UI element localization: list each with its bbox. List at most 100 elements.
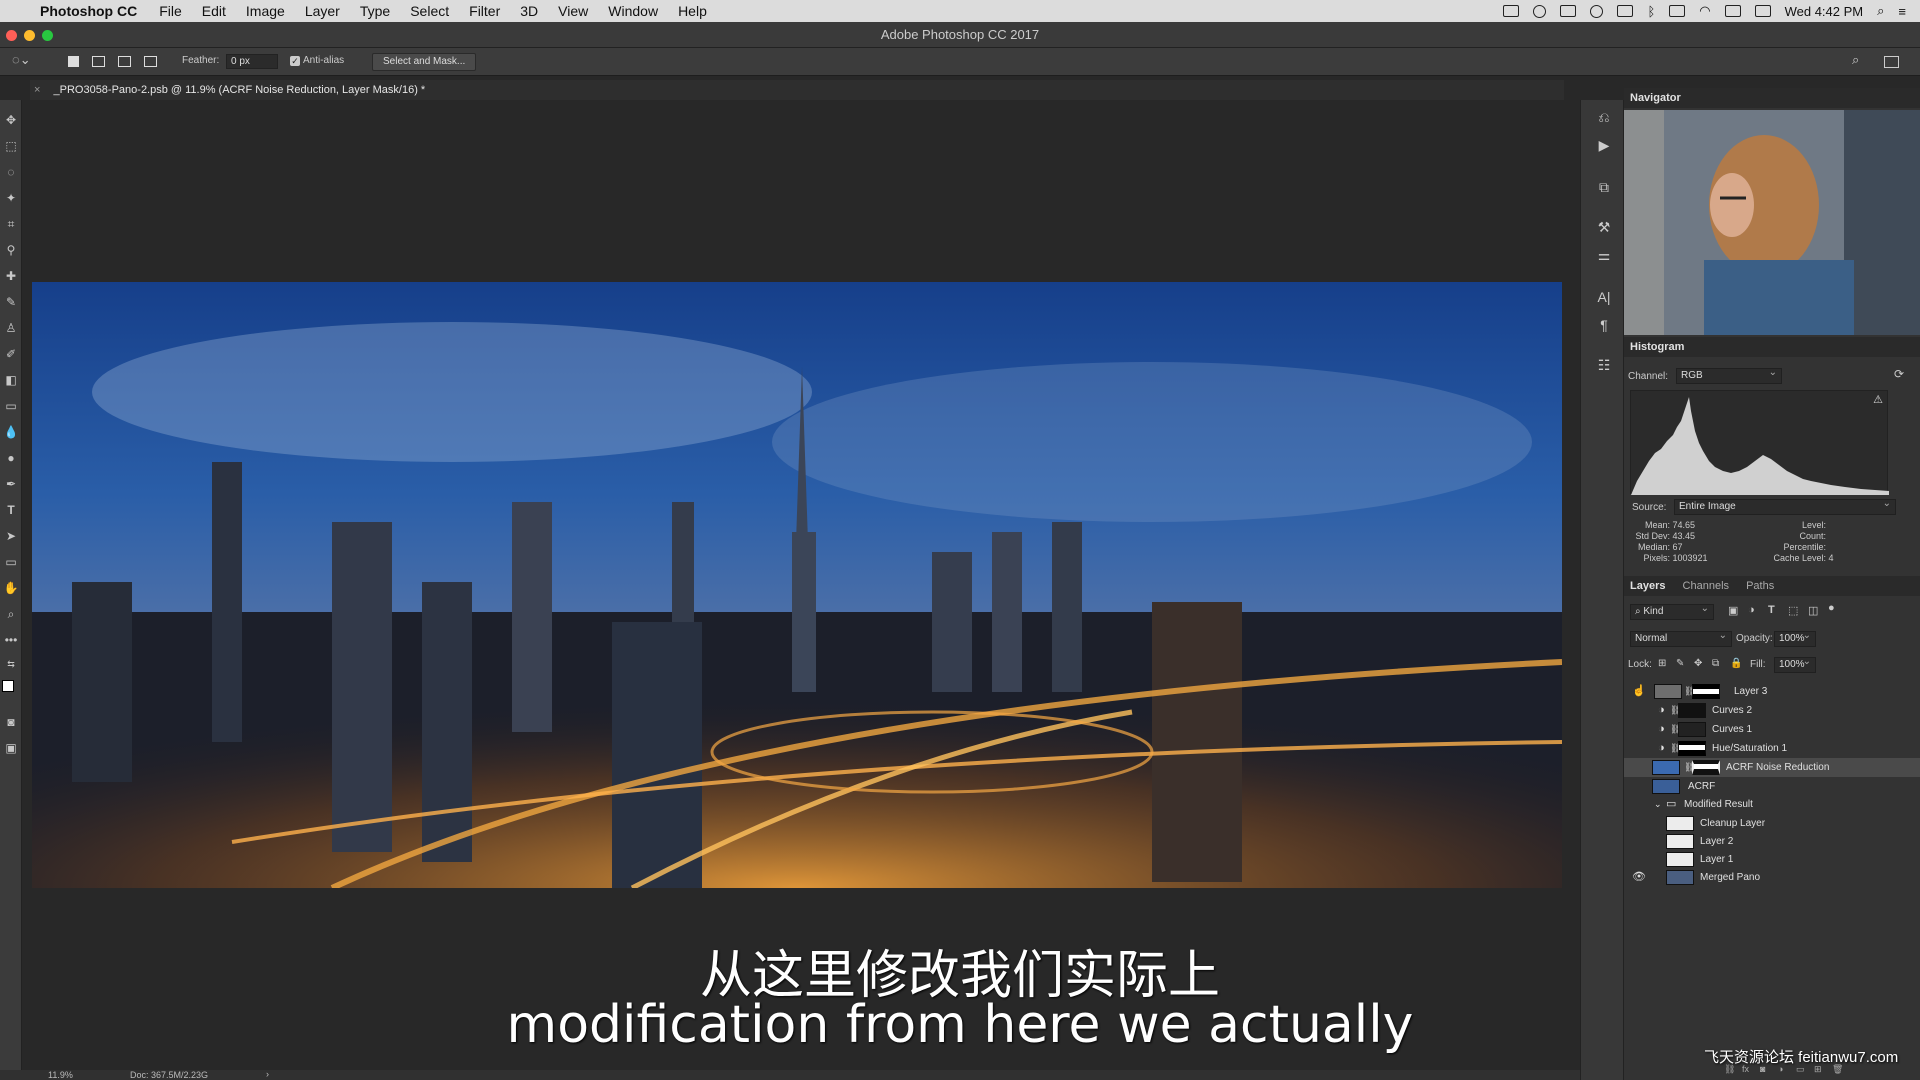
close-window-button[interactable] — [6, 30, 17, 41]
clock-text[interactable]: Wed 4:42 PM — [1785, 4, 1864, 19]
display-icon[interactable] — [1724, 5, 1741, 17]
dropbox-icon[interactable] — [1503, 5, 1520, 17]
pen-tool-icon[interactable]: ✒ — [3, 476, 19, 492]
brush-tool-icon[interactable]: ✎ — [3, 294, 19, 310]
lock-position-icon[interactable]: ✥ — [1694, 658, 1702, 669]
tab-channels[interactable]: Channels — [1683, 580, 1729, 592]
libraries-panel-icon[interactable]: ☷ — [1595, 356, 1613, 374]
layer-row-layer-2[interactable]: Layer 2 — [1624, 832, 1920, 851]
clone-stamp-tool-icon[interactable]: ♙ — [3, 320, 19, 336]
panorama-image[interactable] — [32, 282, 1562, 888]
visibility-eye-icon[interactable]: 👁 — [1632, 868, 1646, 887]
layer-mask-thumbnail[interactable] — [1678, 703, 1706, 718]
healing-brush-tool-icon[interactable]: ✚ — [3, 268, 19, 284]
layer-mask-thumbnail[interactable] — [1692, 684, 1720, 699]
channel-dropdown[interactable]: RGB — [1676, 366, 1782, 384]
layer-row-layer-3[interactable]: ☝ ⛓ Layer 3 — [1624, 682, 1920, 701]
bluetooth-icon[interactable]: ᛒ — [1647, 4, 1655, 19]
creative-cloud-icon[interactable] — [1533, 4, 1547, 18]
menu-filter[interactable]: Filter — [469, 3, 500, 19]
layer-row-cleanup-layer[interactable]: Cleanup Layer — [1624, 814, 1920, 833]
battery-icon[interactable] — [1754, 5, 1771, 17]
workspace-switcher-icon[interactable] — [1884, 56, 1899, 68]
histogram-panel-header[interactable]: Histogram — [1624, 337, 1920, 357]
group-disclosure-chevron-icon[interactable]: ⌄ — [1654, 795, 1662, 814]
menu-file[interactable]: File — [159, 3, 182, 19]
lock-transparent-pixels-icon[interactable]: ⊞ — [1658, 658, 1666, 669]
menu-help[interactable]: Help — [678, 3, 707, 19]
fill-input[interactable]: 100% — [1774, 655, 1816, 673]
keyboard-icon[interactable] — [1669, 5, 1686, 17]
lasso-tool-icon[interactable]: ◌ — [3, 164, 19, 180]
wifi-icon[interactable]: ◠ — [1699, 3, 1710, 19]
layer-mask-thumbnail[interactable] — [1678, 741, 1706, 756]
blend-mode-dropdown[interactable]: Normal — [1630, 629, 1732, 647]
cache-warning-icon[interactable]: ⚠ — [1873, 393, 1883, 406]
notification-center-icon[interactable]: ≡ — [1898, 4, 1906, 19]
refresh-histogram-icon[interactable]: ⟳ — [1894, 367, 1904, 381]
layer-row-curves-1[interactable]: ◑ ⛓ Curves 1 — [1624, 720, 1920, 739]
spotlight-search-icon[interactable]: ⌕ — [1877, 3, 1884, 19]
layer-group-modified-result[interactable]: ⌄ ▭ Modified Result — [1624, 795, 1920, 814]
airplay-icon[interactable] — [1617, 5, 1634, 17]
magic-wand-tool-icon[interactable]: ✦ — [3, 190, 19, 206]
feather-input[interactable]: 0 px — [226, 54, 278, 69]
filter-type-layer-icon[interactable]: T — [1768, 604, 1775, 616]
paragraph-panel-icon[interactable]: ¶ — [1595, 316, 1613, 334]
menu-layer[interactable]: Layer — [305, 3, 340, 19]
subtract-from-selection-icon[interactable] — [118, 56, 131, 67]
navigator-panel-header[interactable]: Navigator — [1624, 88, 1920, 108]
hand-tool-icon[interactable]: ✋ — [3, 580, 19, 596]
screen-mode-icon[interactable]: ▣ — [3, 740, 19, 756]
path-selection-tool-icon[interactable]: ➤ — [3, 528, 19, 544]
zoom-window-button[interactable] — [42, 30, 53, 41]
battery-menu-icon[interactable] — [1560, 5, 1577, 17]
source-dropdown[interactable]: Entire Image — [1674, 497, 1896, 515]
app-menu[interactable]: Photoshop CC — [40, 3, 137, 19]
filter-shape-layer-icon[interactable]: ⬚ — [1788, 604, 1798, 617]
eraser-tool-icon[interactable]: ◧ — [3, 372, 19, 388]
layer-row-hue-saturation-1[interactable]: ◑ ⛓ Hue/Saturation 1 — [1624, 739, 1920, 758]
brush-panel-icon[interactable]: ⚒ — [1595, 218, 1613, 236]
menu-window[interactable]: Window — [608, 3, 658, 19]
layer-row-acrf[interactable]: ACRF — [1624, 777, 1920, 796]
lock-artboard-icon[interactable]: ⧉ — [1712, 658, 1719, 669]
doc-size-text[interactable]: Doc: 367.5M/2.23G — [130, 1070, 208, 1080]
lasso-tool-preset-icon[interactable]: ◌⌄ — [12, 52, 31, 68]
add-to-selection-icon[interactable] — [92, 56, 105, 67]
filter-toggle-icon[interactable]: ● — [1828, 602, 1835, 614]
new-selection-icon[interactable] — [68, 56, 79, 67]
actions-play-icon[interactable]: ▶ — [1595, 136, 1613, 154]
lock-image-pixels-icon[interactable]: ✎ — [1676, 658, 1684, 669]
zoom-tool-icon[interactable]: ⌕ — [3, 606, 19, 622]
history-brush-tool-icon[interactable]: ✐ — [3, 346, 19, 362]
document-tab[interactable]: × _PRO3058-Pano-2.psb @ 11.9% (ACRF Nois… — [34, 80, 1564, 100]
layer-row-layer-1[interactable]: Layer 1 — [1624, 850, 1920, 869]
foreground-color-swatch[interactable] — [2, 680, 14, 692]
more-tools-icon[interactable]: ••• — [3, 632, 19, 648]
status-menu-arrow-icon[interactable]: › — [266, 1069, 269, 1079]
menu-select[interactable]: Select — [410, 3, 449, 19]
layer-mask-thumbnail[interactable] — [1692, 760, 1720, 775]
move-tool-icon[interactable]: ✥ — [3, 112, 19, 128]
tab-layers[interactable]: Layers — [1630, 580, 1665, 592]
gradient-tool-icon[interactable]: ▭ — [3, 398, 19, 414]
search-icon[interactable]: ⌕ — [1852, 52, 1859, 68]
menu-3d[interactable]: 3D — [520, 3, 538, 19]
opacity-input[interactable]: 100% — [1774, 629, 1816, 647]
intersect-selection-icon[interactable] — [144, 56, 157, 67]
eyedropper-tool-icon[interactable]: ⚲ — [3, 242, 19, 258]
layer-row-curves-2[interactable]: ◑ ⛓ Curves 2 — [1624, 701, 1920, 720]
select-and-mask-button[interactable]: Select and Mask... — [372, 53, 477, 71]
blur-tool-icon[interactable]: 💧 — [3, 424, 19, 440]
filter-smart-object-icon[interactable]: ◫ — [1808, 604, 1818, 617]
menu-view[interactable]: View — [558, 3, 588, 19]
layer-filter-kind-dropdown[interactable]: ⌕ Kind — [1630, 602, 1714, 620]
menu-type[interactable]: Type — [360, 3, 390, 19]
history-panel-icon[interactable]: ⎌ — [1595, 108, 1613, 126]
close-document-icon[interactable]: × — [34, 84, 40, 96]
type-tool-icon[interactable]: T — [3, 502, 19, 518]
crop-tool-icon[interactable]: ⌗ — [3, 216, 19, 232]
layer-row-acrf-noise-reduction[interactable]: ⛓ ACRF Noise Reduction — [1624, 758, 1920, 777]
layer-mask-thumbnail[interactable] — [1678, 722, 1706, 737]
